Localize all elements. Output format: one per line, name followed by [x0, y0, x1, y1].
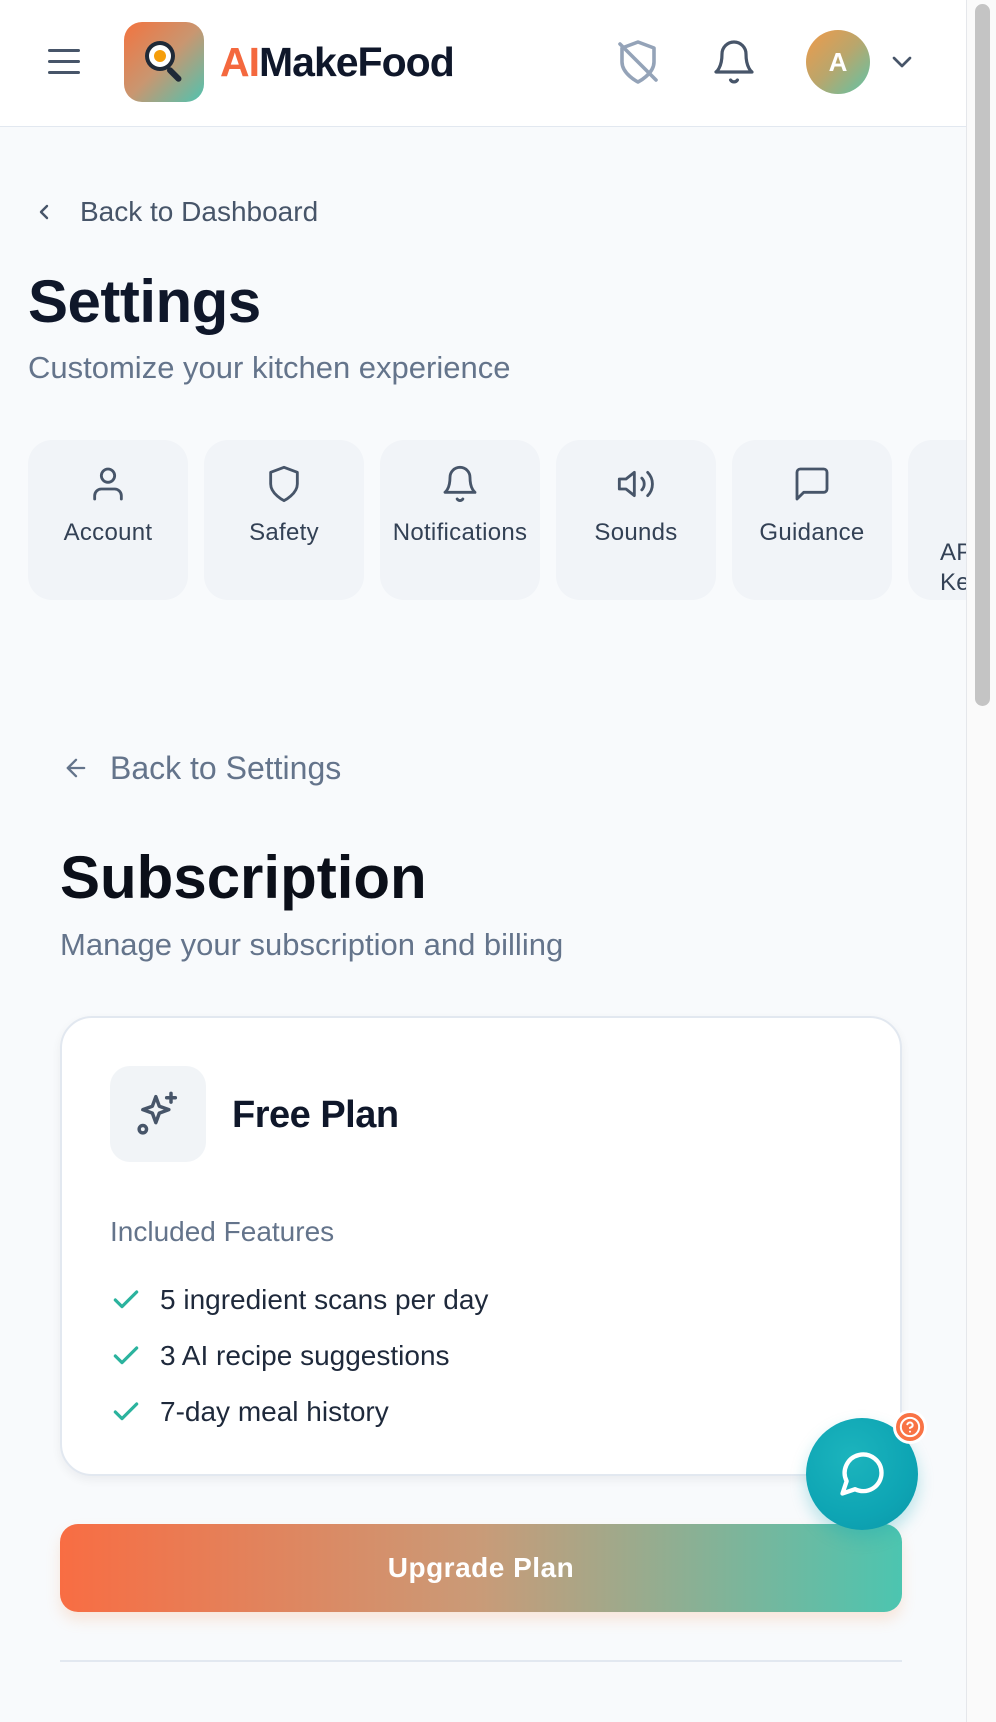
back-to-dashboard-label: Back to Dashboard: [80, 196, 319, 227]
top-bar: AIMakeFood A: [0, 0, 966, 127]
arrow-left-icon: [66, 758, 86, 778]
message-square-icon: [795, 467, 829, 501]
chat-bubble-icon: [840, 1452, 884, 1496]
tab-label: Guidance: [759, 519, 865, 546]
plan-name: Free Plan: [232, 1094, 399, 1136]
user-icon: [93, 467, 123, 501]
settings-tabs: Account Safety Notifications Sounds Guid…: [28, 440, 966, 600]
tab-label: Notifications: [392, 519, 528, 546]
help-circle-icon[interactable]: [893, 1410, 927, 1444]
page-title: Settings: [28, 268, 261, 335]
scrollbar[interactable]: [966, 0, 996, 1722]
tab-notifications[interactable]: Notifications: [380, 440, 540, 600]
speaker-icon: [617, 470, 654, 498]
list-item: 5 ingredient scans per day: [110, 1272, 488, 1328]
tab-label: Account: [63, 519, 153, 546]
tab-api-keys[interactable]: API Ke: [908, 440, 966, 600]
tab-label: API Ke: [940, 539, 966, 596]
upgrade-plan-button[interactable]: Upgrade Plan: [60, 1524, 902, 1612]
brand-name[interactable]: AIMakeFood: [220, 38, 455, 86]
check-icon: [113, 1290, 139, 1309]
brand-suffix: MakeFood: [259, 39, 455, 85]
bell-icon: [443, 465, 477, 502]
tab-label: Sounds: [594, 519, 678, 546]
shield-off-icon[interactable]: [614, 38, 662, 86]
feature-text: 3 AI recipe suggestions: [160, 1340, 450, 1371]
divider: [60, 1660, 902, 1662]
tab-label: Safety: [249, 519, 319, 546]
feature-text: 7-day meal history: [160, 1396, 389, 1427]
chevron-left-icon: [39, 204, 49, 220]
chevron-down-icon[interactable]: [886, 46, 918, 78]
menu-icon[interactable]: [44, 44, 84, 80]
brand-prefix: AI: [220, 39, 260, 85]
section-subtitle: Manage your subscription and billing: [60, 927, 564, 962]
back-to-settings-label: Back to Settings: [110, 749, 342, 786]
list-item: 7-day meal history: [110, 1384, 488, 1440]
tab-sounds[interactable]: Sounds: [556, 440, 716, 600]
back-to-dashboard-link[interactable]: Back to Dashboard: [32, 192, 318, 232]
app-viewport: AIMakeFood A Back to Dashboard Settings …: [0, 0, 966, 1722]
list-item: 3 AI recipe suggestions: [110, 1328, 488, 1384]
feature-list: 5 ingredient scans per day 3 AI recipe s…: [110, 1272, 488, 1440]
back-to-settings-link[interactable]: Back to Settings: [62, 748, 341, 788]
tab-guidance[interactable]: Guidance: [732, 440, 892, 600]
avatar[interactable]: A: [806, 30, 870, 94]
logo-icon[interactable]: [124, 22, 204, 102]
bell-icon[interactable]: [710, 38, 758, 86]
shield-icon: [269, 465, 299, 503]
scrollbar-thumb[interactable]: [975, 4, 990, 706]
features-heading: Included Features: [110, 1216, 335, 1247]
plan-card: Free Plan Included Features 5 ingredient…: [60, 1016, 902, 1476]
check-icon: [113, 1346, 139, 1365]
tab-safety[interactable]: Safety: [204, 440, 364, 600]
check-icon: [113, 1402, 139, 1421]
sparkles-icon: [110, 1066, 206, 1162]
tab-account[interactable]: Account: [28, 440, 188, 600]
section-title: Subscription: [60, 844, 427, 911]
feature-text: 5 ingredient scans per day: [160, 1284, 489, 1315]
page-subtitle: Customize your kitchen experience: [28, 350, 511, 385]
